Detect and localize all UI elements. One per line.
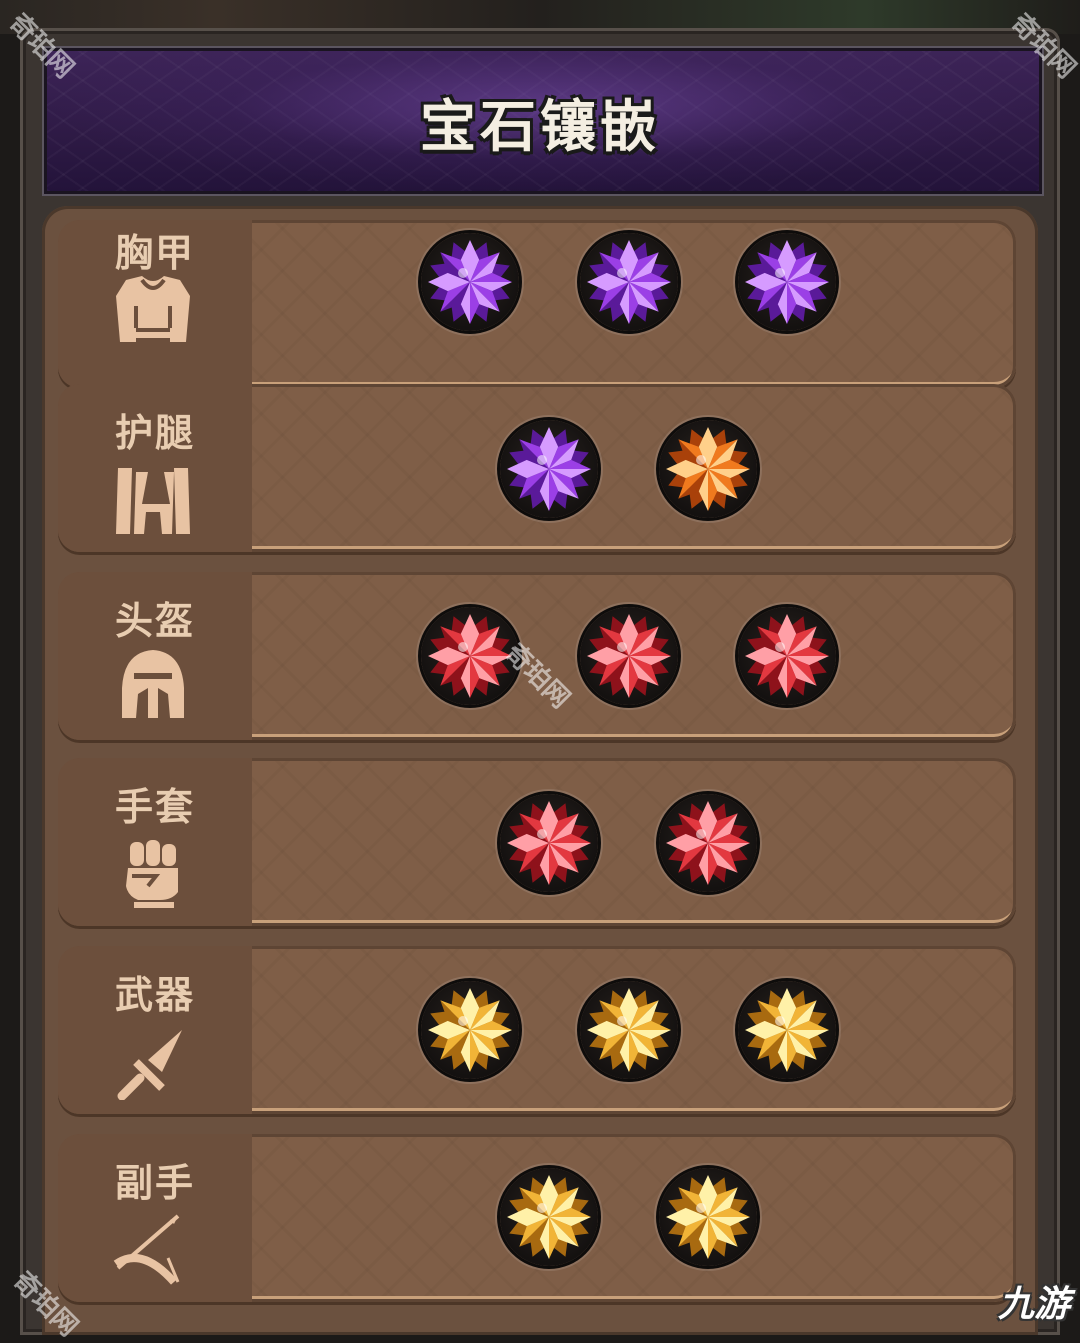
slot-header: 副手 <box>58 1134 252 1302</box>
helmet-icon <box>122 650 184 718</box>
gem-gold[interactable] <box>738 981 836 1079</box>
gem-red[interactable] <box>659 794 757 892</box>
gem-orange[interactable] <box>659 420 757 518</box>
purple-gem-icon <box>587 240 671 324</box>
page-title: 宝石镶嵌 <box>420 95 660 160</box>
gauntlet-fist-icon <box>126 840 178 908</box>
gold-gem-icon <box>666 1175 750 1259</box>
gem-gold[interactable] <box>421 981 519 1079</box>
gem-gold[interactable] <box>659 1168 757 1266</box>
slot-header: 护腿 <box>58 384 252 552</box>
red-gem-icon <box>745 614 829 698</box>
leggings-icon <box>116 468 190 534</box>
gem-purple[interactable] <box>738 233 836 331</box>
gem-red[interactable] <box>500 794 598 892</box>
slot-header: 头盔 <box>58 572 252 740</box>
purple-gem-icon <box>428 240 512 324</box>
gem-red[interactable] <box>580 607 678 705</box>
slot-header: 手套 <box>58 758 252 926</box>
slot-header: 武器 <box>58 946 252 1114</box>
gold-gem-icon <box>507 1175 591 1259</box>
slot-row-weapon[interactable]: 武器 <box>58 946 1016 1114</box>
gem-red[interactable] <box>738 607 836 705</box>
sword-icon <box>117 1030 182 1100</box>
gem-purple[interactable] <box>500 420 598 518</box>
purple-gem-icon <box>507 427 591 511</box>
gem-gold[interactable] <box>580 981 678 1079</box>
slot-label: 武器 <box>114 973 195 1017</box>
red-gem-icon <box>666 801 750 885</box>
gem-gold[interactable] <box>500 1168 598 1266</box>
slot-row-chest[interactable]: 胸甲 <box>58 220 1016 388</box>
bow-arrow-icon <box>113 1214 180 1285</box>
red-gem-icon <box>587 614 671 698</box>
gem-purple[interactable] <box>421 233 519 331</box>
slot-header: 胸甲 <box>58 220 252 388</box>
gold-gem-icon <box>428 988 512 1072</box>
site-logo: 九游 <box>997 1284 1070 1325</box>
slot-label: 胸甲 <box>114 231 195 275</box>
gold-gem-icon <box>587 988 671 1072</box>
slot-label: 手套 <box>114 785 195 829</box>
slot-label: 头盔 <box>114 599 195 643</box>
slot-label: 护腿 <box>114 411 195 455</box>
gold-gem-icon <box>745 988 829 1072</box>
purple-gem-icon <box>745 240 829 324</box>
chest-armor-icon <box>116 276 190 342</box>
gem-purple[interactable] <box>580 233 678 331</box>
slot-label: 副手 <box>114 1161 195 1205</box>
orange-gem-icon <box>666 427 750 511</box>
red-gem-icon <box>507 801 591 885</box>
